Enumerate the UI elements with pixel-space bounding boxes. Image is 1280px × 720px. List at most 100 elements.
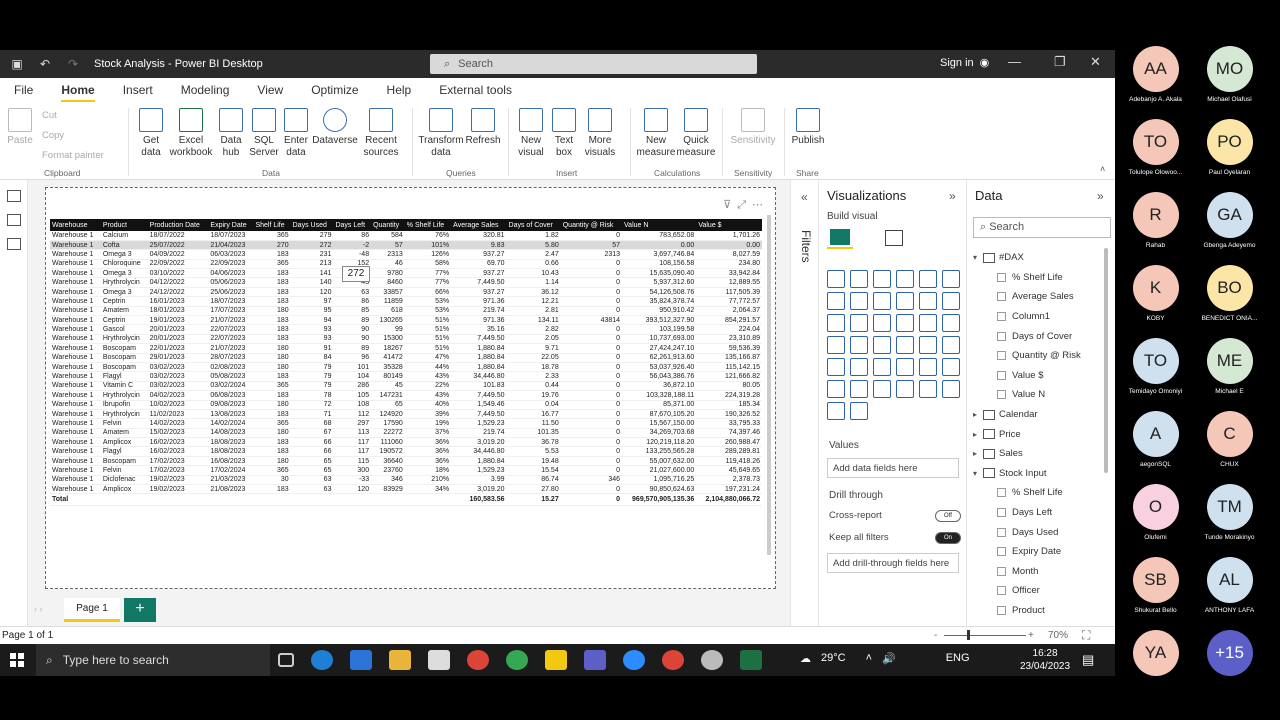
page-tab-1[interactable]: Page 1 — [64, 598, 120, 622]
report-view-icon[interactable] — [7, 190, 21, 202]
collapse-arrow-icon[interactable]: ▾ — [973, 253, 983, 262]
weather-icon[interactable]: ☁ — [800, 652, 811, 665]
table-row[interactable]: Warehouse 1 Boscopam 03/02/2023 02/08/2023 1… — [50, 362, 762, 373]
values-well[interactable]: Add data fields here — [827, 458, 959, 478]
field-checkbox[interactable] — [997, 508, 1006, 518]
excel-workbook-button[interactable]: Excel workbook — [168, 108, 214, 159]
visual-type-icon[interactable] — [827, 380, 845, 398]
format-painter-button[interactable]: Format painter — [42, 150, 104, 161]
table-row[interactable]: Warehouse 1 Boscopam 29/01/2023 28/07/2023 1… — [50, 353, 762, 363]
field-checkbox[interactable] — [997, 605, 1006, 615]
table-row[interactable]: Warehouse 1 Flagyl 03/02/2023 05/08/2023 183… — [50, 371, 762, 382]
participant-tile[interactable]: +15 — [1147, 630, 1280, 680]
chrome-profile-icon[interactable] — [506, 650, 528, 670]
visual-type-icon[interactable] — [942, 336, 960, 354]
visual-type-icon[interactable] — [942, 358, 960, 376]
visual-type-icon[interactable] — [896, 380, 914, 398]
weather-temp[interactable]: 29°C — [821, 652, 846, 665]
expand-arrow-icon[interactable]: ▸ — [973, 430, 983, 439]
cut-button[interactable]: Cut — [42, 110, 57, 121]
visual-type-icon[interactable] — [919, 358, 937, 376]
visual-type-icon[interactable] — [942, 314, 960, 332]
file-explorer-icon[interactable] — [389, 650, 411, 670]
visual-type-icon[interactable] — [850, 380, 868, 398]
field-checkbox[interactable] — [997, 566, 1006, 576]
mail-icon[interactable] — [428, 650, 450, 670]
expand-icon[interactable]: « — [801, 190, 808, 204]
table-row[interactable]: Warehouse 1 Hrythrolycin 11/02/2023 13/08/2… — [50, 409, 762, 420]
powerbi-icon[interactable] — [545, 650, 567, 670]
table-row[interactable]: Warehouse 1 Amatem 15/02/2023 14/08/2023 180… — [50, 428, 762, 439]
table-row[interactable]: Warehouse 1 Flagyl 16/02/2023 18/08/2023 183… — [50, 446, 762, 457]
visual-type-icon[interactable] — [850, 402, 868, 420]
table-row[interactable]: Warehouse 1 Ceptrin 16/01/2023 18/07/2023 18… — [50, 296, 762, 307]
visual-type-icon[interactable] — [896, 314, 914, 332]
column-header[interactable]: Days Left — [333, 219, 372, 231]
table-visual[interactable]: ⊽⤢⋯ Warehouse Product Production Date Expir… — [45, 187, 776, 589]
undo-icon[interactable]: ↶ — [34, 57, 56, 71]
field-checkbox[interactable] — [997, 292, 1006, 302]
menu-file[interactable]: File — [14, 79, 33, 101]
visual-type-icon[interactable] — [873, 336, 891, 354]
visual-type-icon[interactable] — [873, 380, 891, 398]
table-row[interactable]: Warehouse 1 Chloroquine 22/09/2022 22/09/20… — [50, 259, 762, 270]
maximize-icon[interactable]: ❐ — [1054, 54, 1066, 70]
column-header[interactable]: Value N — [622, 219, 697, 231]
settings-icon[interactable] — [701, 650, 723, 670]
save-icon[interactable]: ▣ — [6, 57, 28, 71]
visual-type-icon[interactable] — [873, 292, 891, 310]
field-checkbox[interactable] — [997, 547, 1006, 557]
participant-tile[interactable]: GA Gbenga Adeyemo — [1147, 192, 1280, 249]
zoom-in-icon[interactable]: + — [1028, 630, 1034, 641]
zoom-slider-thumb[interactable] — [967, 630, 970, 640]
visual-type-icon[interactable] — [942, 380, 960, 398]
data-hub-button[interactable]: Data hub — [216, 108, 246, 159]
table-row[interactable]: Warehouse 1 Amatem 18/01/2023 17/07/2023 180… — [50, 306, 762, 317]
tray-arrow-icon[interactable]: ˄ — [866, 652, 872, 665]
task-view-icon[interactable] — [278, 653, 294, 667]
transform-data-button[interactable]: Transform data — [418, 108, 464, 159]
participant-tile[interactable]: ME Michael E — [1147, 338, 1280, 395]
table-scrollbar[interactable] — [767, 215, 771, 555]
lang-indicator[interactable]: ENG — [946, 652, 970, 665]
participant-tile[interactable]: C CHUX — [1147, 411, 1280, 468]
table-row[interactable]: Warehouse 1 Boscopam 22/01/2023 21/07/2023 1… — [50, 343, 762, 354]
table-row[interactable]: Warehouse 1 Hrythrolycin 20/01/2023 22/07/2… — [50, 334, 762, 345]
redo-icon[interactable]: ↷ — [62, 57, 84, 71]
quick-measure-button[interactable]: Quick measure — [676, 108, 716, 159]
table-row[interactable]: Warehouse 1 Hrythrolycin 04/12/2022 05/06/2… — [50, 277, 762, 288]
column-header[interactable]: Average Sales — [451, 219, 507, 231]
visual-type-icon[interactable] — [827, 358, 845, 376]
visual-type-icon[interactable] — [873, 358, 891, 376]
table-row[interactable]: Warehouse 1 Ceptrin 19/01/2023 21/07/2023 18… — [50, 315, 762, 326]
visual-type-icon[interactable] — [919, 336, 937, 354]
recent-sources-button[interactable]: Recent sources — [360, 108, 402, 159]
more-options-icon[interactable]: ⋯ — [752, 199, 769, 211]
visual-type-icon[interactable] — [850, 358, 868, 376]
menu-optimize[interactable]: Optimize — [311, 79, 358, 101]
collapse-arrow-icon[interactable]: ▾ — [973, 469, 983, 478]
clock[interactable]: 16:28 23/04/2023 — [1020, 647, 1070, 673]
table-row[interactable]: Warehouse 1 Amplicox 19/02/2023 21/08/2023 1… — [50, 484, 762, 495]
taskbar-search[interactable]: ⌕ Type here to search — [36, 644, 270, 676]
build-visual-tab[interactable] — [827, 227, 853, 249]
visual-type-icon[interactable] — [896, 270, 914, 288]
field-checkbox[interactable] — [997, 527, 1006, 537]
more-visuals-button[interactable]: More visuals — [580, 108, 620, 159]
get-data-button[interactable]: Get data — [134, 108, 168, 159]
table-row[interactable]: Warehouse 1 Cofta 25/07/2022 21/04/2023 270 2… — [50, 240, 762, 251]
page-nav-arrows[interactable]: ‹ › — [34, 604, 43, 614]
filters-pane-collapsed[interactable]: « Filters — [790, 180, 818, 626]
visual-type-icon[interactable] — [919, 292, 937, 310]
zoom-icon[interactable] — [623, 650, 645, 670]
visual-type-icon[interactable] — [827, 336, 845, 354]
sign-in-button[interactable]: Sign in ◉ — [940, 56, 989, 70]
add-page-button[interactable]: + — [124, 598, 156, 622]
visual-type-icon[interactable] — [827, 402, 845, 420]
field-checkbox[interactable] — [997, 370, 1006, 380]
table-row[interactable]: Warehouse 1 Hrythrolycin 04/02/2023 06/08/2… — [50, 390, 762, 401]
cross-report-toggle[interactable]: Off — [935, 510, 961, 522]
expand-arrow-icon[interactable]: ▸ — [973, 449, 983, 458]
table-row[interactable]: Warehouse 1 Amplicox 16/02/2023 18/08/2023 1… — [50, 437, 762, 448]
participant-tile[interactable]: AL ANTHONY LAFA — [1147, 557, 1280, 614]
